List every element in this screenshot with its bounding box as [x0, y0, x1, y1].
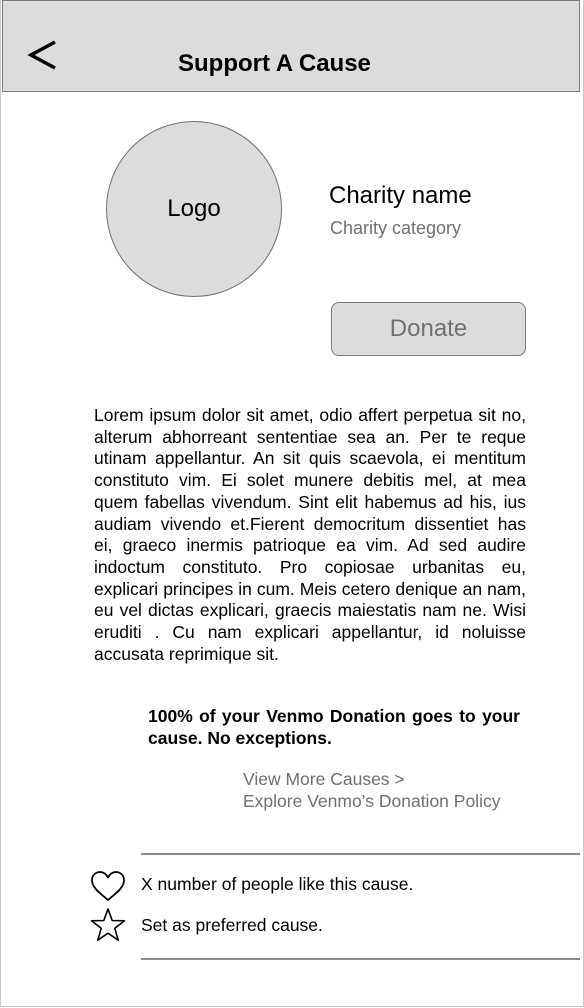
like-button[interactable]: [90, 870, 126, 904]
preferred-cause-text: Set as preferred cause.: [141, 915, 323, 935]
star-icon: [90, 908, 126, 942]
charity-description: Lorem ipsum dolor sit amet, odio affert …: [94, 405, 526, 664]
donate-button-label: Donate: [389, 315, 468, 342]
back-button[interactable]: [27, 35, 63, 75]
logo-label: Logo: [167, 195, 221, 222]
header-bar: Support A Cause: [2, 0, 580, 92]
chevron-left-icon: [27, 40, 56, 70]
page-title: Support A Cause: [178, 50, 371, 77]
like-count-text: X number of people like this cause.: [141, 874, 414, 894]
divider-top: [141, 853, 580, 855]
donation-guarantee: 100% of your Venmo Donation goes to your…: [148, 706, 520, 748]
donate-button[interactable]: Donate: [331, 302, 526, 356]
view-more-causes-link[interactable]: View More Causes >: [243, 769, 405, 790]
charity-category: Charity category: [330, 218, 462, 238]
donation-policy-link[interactable]: Explore Venmo’s Donation Policy: [243, 791, 500, 812]
charity-logo: Logo: [106, 121, 282, 297]
divider-bottom: [141, 958, 580, 960]
preferred-cause-button[interactable]: [90, 907, 126, 943]
heart-icon: [91, 871, 125, 901]
charity-name: Charity name: [329, 182, 472, 209]
